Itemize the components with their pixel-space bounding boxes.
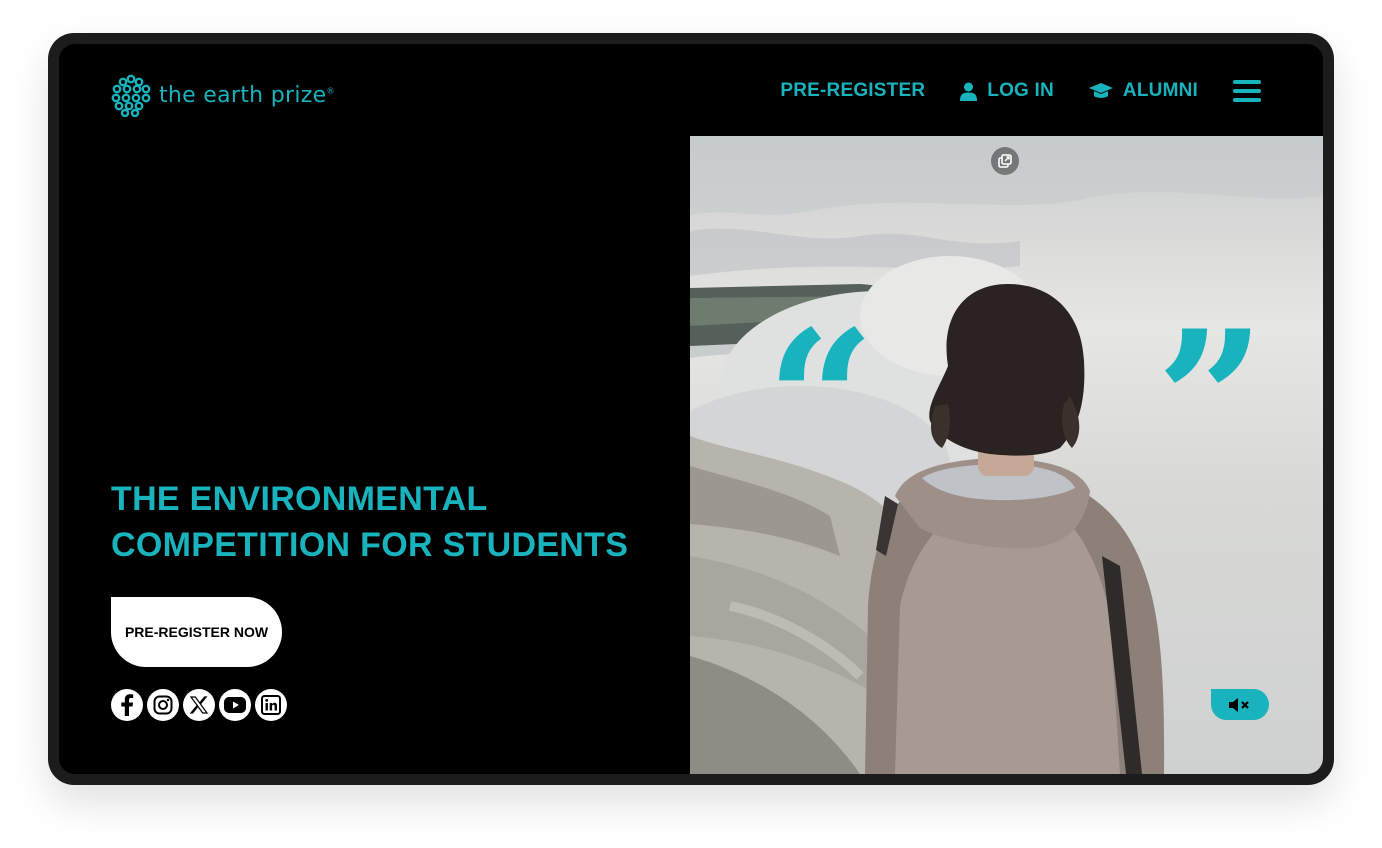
nav-preregister-link[interactable]: PRE-REGISTER: [780, 80, 925, 102]
nav-alumni-link[interactable]: ALUMNI: [1088, 80, 1198, 102]
hero-headline: THE ENVIRONMENTAL COMPETITION FOR STUDEN…: [111, 476, 628, 568]
social-links: [111, 689, 287, 721]
nav-preregister-label: PRE-REGISTER: [780, 80, 926, 101]
hamburger-menu-icon[interactable]: [1233, 80, 1261, 102]
youtube-icon[interactable]: [219, 689, 251, 721]
graduation-cap-icon: [1088, 83, 1113, 98]
nav-login-link[interactable]: LOG IN: [960, 80, 1054, 102]
user-icon: [960, 82, 978, 101]
logo-wordmark: the earth prize®: [159, 82, 335, 108]
registered-mark: ®: [326, 86, 335, 96]
close-quote-mark: ”: [1156, 289, 1266, 512]
preregister-now-button[interactable]: PRE-REGISTER NOW: [111, 597, 282, 667]
browser-viewport: the earth prize® PRE-REGISTER LOG IN ALU…: [59, 44, 1323, 774]
earth-prize-logo-icon: [111, 74, 151, 117]
facebook-icon[interactable]: [111, 689, 143, 721]
linkedin-icon[interactable]: [255, 689, 287, 721]
nav-login-label: LOG IN: [987, 80, 1054, 101]
nav-alumni-label: ALUMNI: [1122, 80, 1198, 101]
hero-video[interactable]: “ ”: [690, 136, 1323, 774]
open-quote-mark: “: [766, 289, 876, 512]
site-logo[interactable]: the earth prize®: [111, 73, 335, 117]
hero-headline-line-1: THE ENVIRONMENTAL: [111, 480, 488, 518]
hero-headline-line-2: COMPETITION FOR STUDENTS: [111, 526, 629, 564]
x-icon[interactable]: [183, 689, 215, 721]
top-navigation: PRE-REGISTER LOG IN ALUMNI: [780, 80, 1323, 102]
popout-icon[interactable]: [991, 147, 1019, 175]
instagram-icon[interactable]: [147, 689, 179, 721]
mute-icon[interactable]: [1211, 689, 1269, 720]
device-frame: the earth prize® PRE-REGISTER LOG IN ALU…: [48, 33, 1334, 785]
